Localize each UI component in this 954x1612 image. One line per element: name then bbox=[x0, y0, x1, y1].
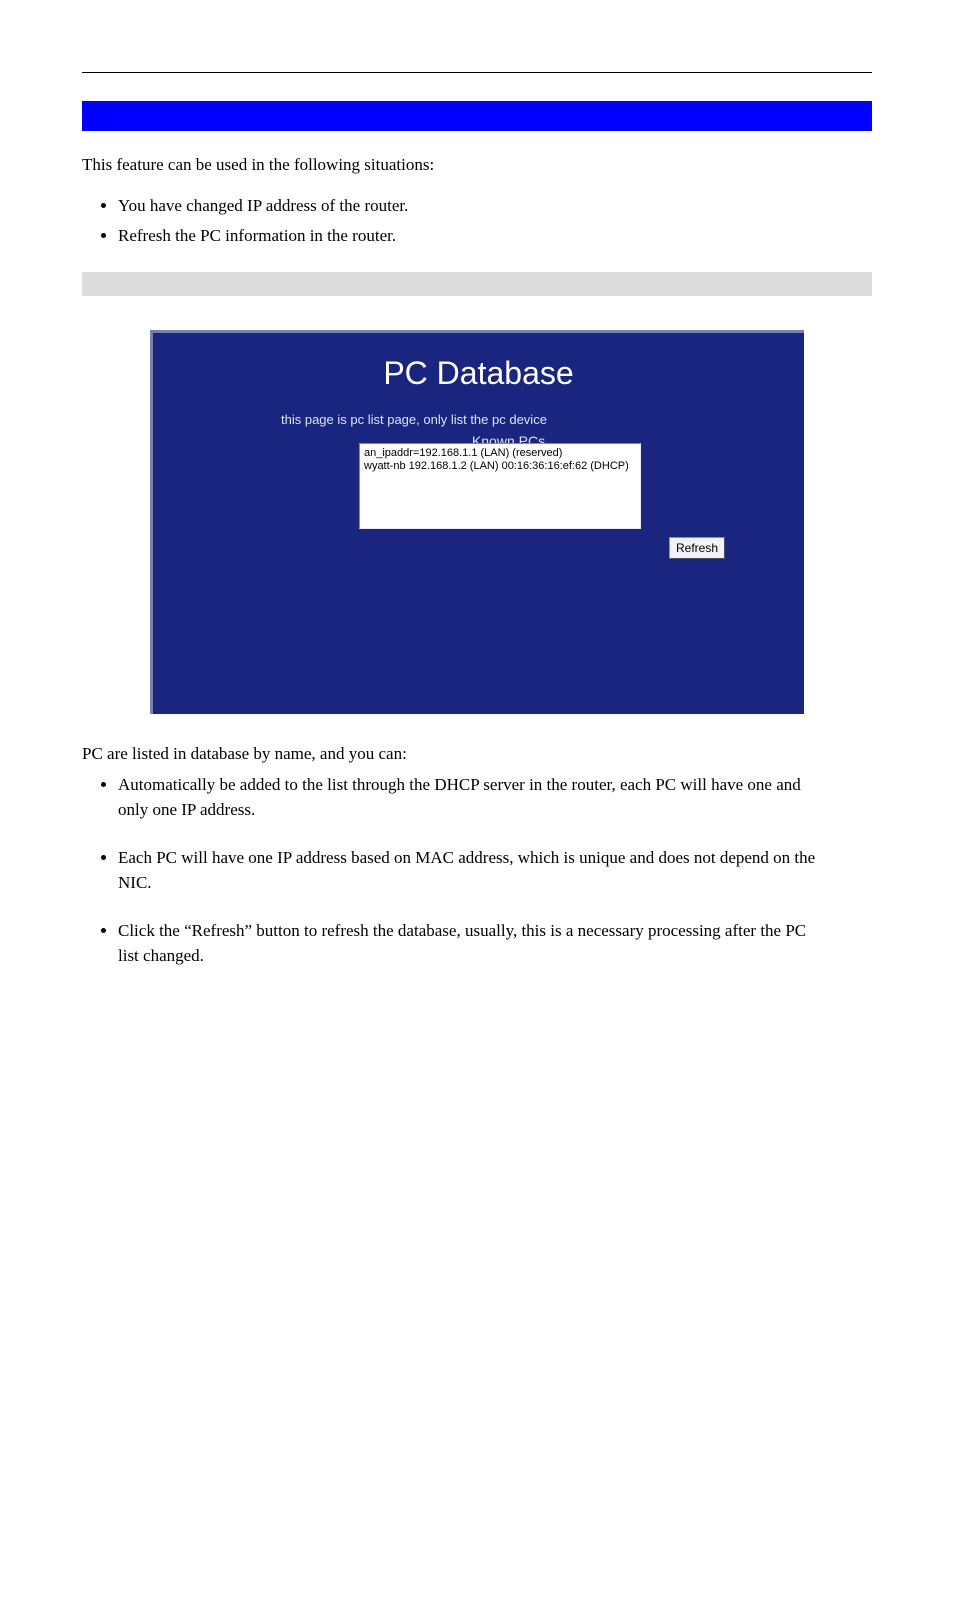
bottom-bullet-list: Automatically be added to the list throu… bbox=[82, 772, 872, 969]
below-intro-text: PC are listed in database by name, and y… bbox=[82, 744, 872, 764]
bullet-item: Refresh the PC information in the router… bbox=[118, 222, 872, 250]
divider-top bbox=[82, 72, 872, 73]
list-item[interactable]: wyatt-nb 192.168.1.2 (LAN) 00:16:36:16:e… bbox=[364, 460, 636, 474]
bullet-text: Automatically be added to the list throu… bbox=[118, 775, 801, 820]
bullet-item: Each PC will have one IP address based o… bbox=[118, 845, 818, 896]
router-subtitle: this page is pc list page, only list the… bbox=[153, 392, 804, 427]
bullet-text: Each PC will have one IP address based o… bbox=[118, 848, 815, 893]
section-title-bar bbox=[82, 101, 872, 131]
list-item[interactable]: an_ipaddr=192.168.1.1 (LAN) (reserved) bbox=[364, 447, 636, 461]
known-pcs-listbox[interactable]: an_ipaddr=192.168.1.1 (LAN) (reserved) w… bbox=[359, 443, 641, 529]
top-bullet-list: You have changed IP address of the route… bbox=[82, 192, 872, 250]
intro-text: This feature can be used in the followin… bbox=[82, 153, 872, 178]
router-ui-screenshot: PC Database this page is pc list page, o… bbox=[150, 330, 804, 714]
subsection-bar bbox=[82, 272, 872, 296]
bullet-item: You have changed IP address of the route… bbox=[118, 192, 872, 220]
bullet-text: Click the “Refresh” button to refresh th… bbox=[118, 921, 806, 966]
refresh-button[interactable]: Refresh bbox=[669, 537, 725, 559]
bullet-item: Automatically be added to the list throu… bbox=[118, 772, 818, 823]
bullet-text: You have changed IP address of the route… bbox=[118, 196, 408, 215]
bullet-text: Refresh the PC information in the router… bbox=[118, 226, 396, 245]
router-title: PC Database bbox=[153, 333, 804, 392]
bullet-item: Click the “Refresh” button to refresh th… bbox=[118, 918, 818, 969]
